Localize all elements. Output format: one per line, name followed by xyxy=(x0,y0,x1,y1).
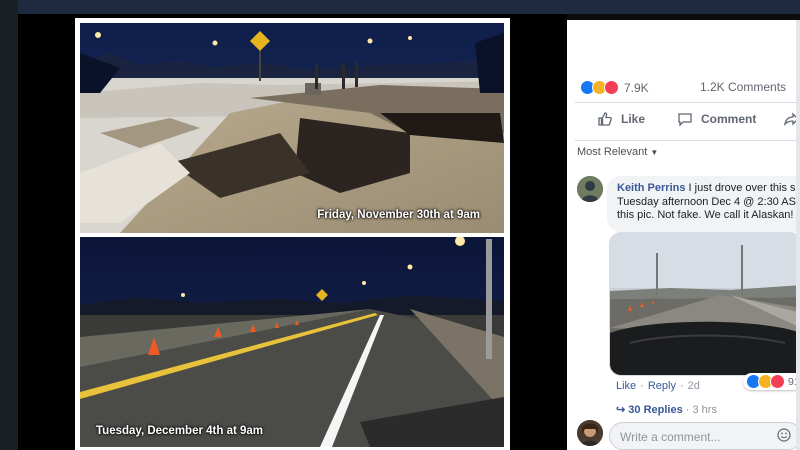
comment-sort-label: Most Relevant xyxy=(577,146,648,158)
comment-reactions[interactable]: 91 xyxy=(743,373,800,390)
comments-count-link[interactable]: 1.2K Comments xyxy=(700,80,786,94)
current-user-avatar[interactable] xyxy=(577,420,603,446)
separator-dot: · xyxy=(679,380,684,392)
comment-text-line: this pic. Not fake. We call it Alaskan! xyxy=(617,209,794,221)
bottom-photo-caption: Tuesday, December 4th at 9am xyxy=(96,425,264,437)
speech-bubble-icon xyxy=(678,113,692,127)
comment-author-link[interactable]: Keith Perrins xyxy=(617,182,685,194)
comment-sort-dropdown[interactable]: Most Relevant ▼ xyxy=(577,146,658,158)
love-reaction-icon xyxy=(604,80,619,95)
love-reaction-icon xyxy=(770,374,785,389)
comment-text-line: Tuesday afternoon Dec 4 @ 2:30 AS xyxy=(617,195,796,208)
comments-panel: 7.9K 1.2K Comments Like Comment Most Rel… xyxy=(567,20,800,450)
divider xyxy=(575,102,800,103)
comment-text-line: I just drove over this s xyxy=(688,182,796,194)
reply-arrow-icon: ↪ xyxy=(616,404,626,416)
comment-like-link[interactable]: Like xyxy=(616,380,636,392)
background-top-bar xyxy=(0,0,800,14)
like-button[interactable]: Like xyxy=(597,111,645,127)
caret-down-icon: ▼ xyxy=(650,148,659,157)
top-photo-caption: Friday, November 30th at 9am xyxy=(317,209,480,221)
repaired-road-photo[interactable]: Tuesday, December 4th at 9am xyxy=(80,237,504,447)
avatar[interactable] xyxy=(577,176,603,202)
comment-input[interactable] xyxy=(618,427,772,447)
post-reactions[interactable]: 7.9K xyxy=(580,80,649,95)
comment-button[interactable]: Comment xyxy=(677,111,756,127)
damaged-road-photo[interactable]: Friday, November 30th at 9am xyxy=(80,23,504,233)
comment-button-label: Comment xyxy=(701,112,757,126)
panel-scrollbar[interactable] xyxy=(796,20,800,450)
replies-count: 30 Replies xyxy=(628,404,683,416)
separator-dot: · xyxy=(640,380,644,392)
comment-reply-link[interactable]: Reply xyxy=(648,380,676,392)
reaction-count: 7.9K xyxy=(624,80,649,95)
like-button-label: Like xyxy=(621,112,646,126)
view-replies-link[interactable]: ↪ 30 Replies · 3 hrs xyxy=(616,403,717,416)
thumbs-up-icon xyxy=(598,112,612,126)
comment-actions: Like · Reply · 2d xyxy=(616,380,700,392)
replies-timestamp: 3 hrs xyxy=(692,404,717,416)
background-left-strip xyxy=(0,0,18,450)
emoji-icon[interactable] xyxy=(777,428,791,442)
comment-body: Keith Perrins I just drove over this s T… xyxy=(617,182,800,223)
comment-attached-photo[interactable] xyxy=(609,232,800,376)
comment-timestamp[interactable]: 2d xyxy=(688,380,700,392)
divider xyxy=(575,140,800,141)
comment-composer[interactable] xyxy=(609,422,800,450)
